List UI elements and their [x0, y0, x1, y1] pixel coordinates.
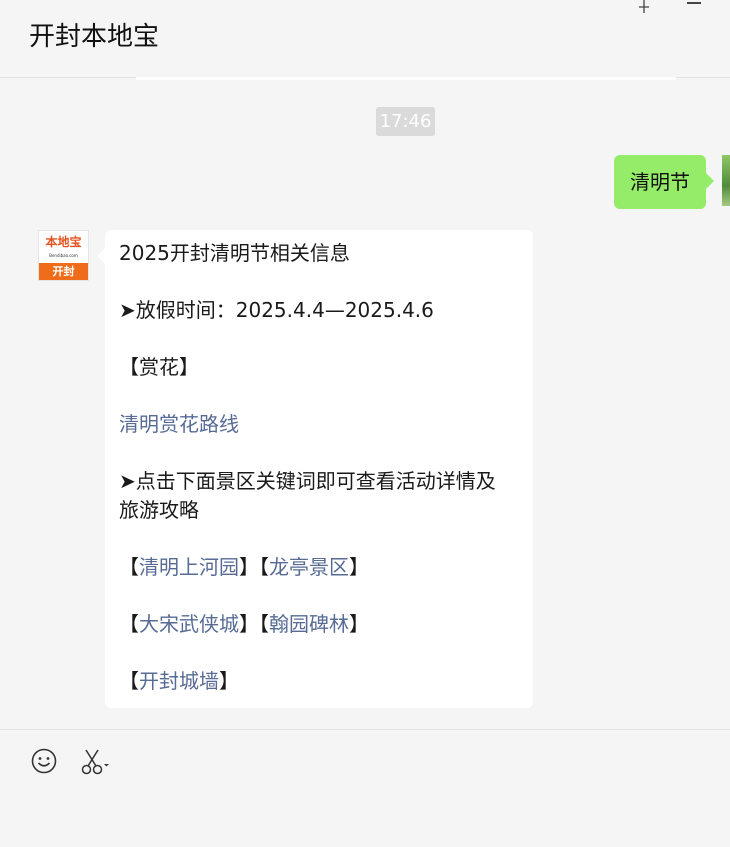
tip-line-2: 旅游攻略 — [119, 497, 199, 522]
sender-avatar[interactable]: 本地宝 Bendibao.com 开封 — [38, 230, 89, 281]
holiday-dates: ➤放假时间：2025.4.4—2025.4.6 — [119, 298, 434, 322]
input-divider — [0, 729, 730, 730]
links-row-3: 【开封城墙】 — [119, 667, 519, 696]
bracket: 】 — [349, 554, 369, 579]
tip-line-1: ➤点击下面景区关键词即可查看活动详情及 — [119, 469, 496, 493]
avatar-logo-subtext: Bendibao.com — [49, 253, 78, 258]
bracket: 【 — [259, 611, 269, 636]
bracket: 【 — [119, 554, 139, 579]
section-flower: 【赏花】 — [119, 355, 199, 379]
emoji-icon[interactable] — [31, 748, 57, 774]
links-row-2: 【大宋武侠城】【翰园碑林】 — [119, 610, 519, 639]
bracket: 】 — [239, 611, 259, 636]
chat-title: 开封本地宝 — [29, 22, 160, 52]
bracket: 】 — [349, 611, 369, 636]
reply-title: 2025开封清明节相关信息 — [119, 241, 350, 265]
message-timestamp: 17:46 — [376, 107, 435, 136]
scroll-indicator — [136, 77, 676, 80]
scissors-icon[interactable] — [80, 748, 110, 776]
bracket: 【 — [119, 611, 139, 636]
reply-message-bubble: 2025开封清明节相关信息 ➤放假时间：2025.4.4—2025.4.6 【赏… — [97, 230, 533, 708]
bracket: 】 — [239, 554, 259, 579]
my-avatar[interactable] — [722, 155, 730, 206]
link-longting[interactable]: 龙亭景区 — [269, 555, 349, 579]
link-qingming-garden[interactable]: 清明上河园 — [139, 555, 239, 579]
link-hanyuan[interactable]: 翰园碑林 — [269, 612, 349, 636]
bracket: 【 — [259, 554, 269, 579]
pin-icon[interactable] — [636, 0, 652, 14]
my-message-bubble[interactable]: 清明节 — [614, 155, 714, 209]
minimize-icon[interactable] — [687, 2, 701, 4]
links-row-1: 【清明上河园】【龙亭景区】 — [119, 553, 519, 582]
flower-route-link[interactable]: 清明赏花路线 — [119, 412, 239, 436]
chat-header: 开封本地宝 — [0, 0, 730, 78]
bracket: 】 — [219, 668, 239, 693]
bracket: 【 — [119, 668, 139, 693]
link-city-wall[interactable]: 开封城墙 — [139, 669, 219, 693]
link-dasong[interactable]: 大宋武侠城 — [139, 612, 239, 636]
avatar-city-label: 开封 — [39, 263, 88, 280]
